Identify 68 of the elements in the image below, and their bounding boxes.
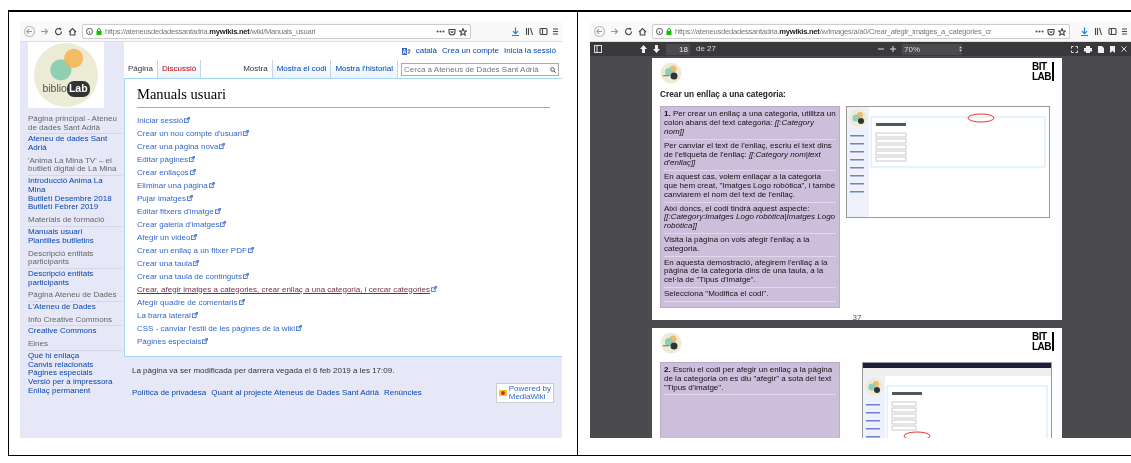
sidebar-link[interactable]: Descripció entitats participants [28, 269, 122, 288]
page-link[interactable]: Crear una pàgina nova [137, 139, 219, 153]
view-tab[interactable]: Mostra l'historial [331, 60, 398, 78]
user-link[interactable]: català [415, 45, 438, 57]
sidebar-heading: Materials de formació [28, 216, 122, 227]
sidebar-heading: Info Creative Commons [28, 315, 122, 327]
note-text: 1. Per crear un enllaç a una categoria, utilitza un colon abans del text categoria: [[:Category nom]] [664, 110, 836, 140]
sidebar-heading: Pàgina Ateneu de Dades [28, 291, 122, 302]
logo[interactable]: biblio Lab [34, 43, 98, 107]
sidebar-link[interactable]: Canvis relacionats [28, 360, 122, 370]
page-link[interactable]: Crear, afegir imatges a categories, crear enllaç a una categoria, i cercar categories [137, 282, 431, 296]
page-number-field[interactable]: 18 [666, 43, 690, 55]
page-link[interactable]: Afegir un video [137, 230, 191, 244]
page-link[interactable]: CSS - canviar l'estil de les pàgines de la wiki [137, 321, 296, 335]
brand-logo: BIT LAB [1031, 332, 1054, 351]
page-link[interactable]: Crear una taula [137, 256, 193, 270]
page-link[interactable]: La barra lateral [137, 308, 191, 322]
footer-info: La pàgina va ser modificada per darrera vegada el 6 feb 2019 a les 17:09. [132, 364, 396, 377]
sidebar-link[interactable]: Què hi enllaça [28, 351, 122, 361]
page-count: de 27 [696, 43, 717, 55]
page-link[interactable]: Editar fitxers d'imatge [137, 204, 214, 218]
sidebar-link[interactable]: Creative Commons [28, 327, 122, 337]
view-tab[interactable]: Mostra el codi [272, 60, 332, 78]
page-link[interactable]: Crear un enllaç a un fitxer PDF [137, 243, 247, 257]
page-link[interactable]: Crear enllaços [137, 165, 189, 179]
sidebar-link[interactable]: Ateneu de dades Sant Adrià [28, 135, 122, 153]
note-text: Visita la pàgina on vols afegir l'enllaç a la categoria. [664, 236, 836, 257]
note-text: En aquest cas, volem enllaçar a la categoria que hem creat, "Imatges Logo robòtica", i també canviarem el nom del text de l'enllaç. [664, 173, 836, 203]
slide-title: Crear un enllaç a una categoria: [660, 88, 787, 101]
sidebar-link[interactable]: Manuals usuari [28, 227, 122, 237]
sidebar-heading: Descripció entitats participants [28, 249, 122, 269]
page-link[interactable]: Editar pàgines [137, 152, 189, 166]
sidebar-link[interactable]: Plantilles butlletins [28, 236, 122, 246]
page-link[interactable]: Crear un nou compte d'usuari [137, 126, 243, 140]
note-text: En aquesta demostració, afegirem l'enllaç a la pàgina de la categoria dins de una taula, a la cel·la de "Tipus d'imatge". [664, 258, 836, 288]
footer-link[interactable]: Política de privadesa [132, 386, 207, 399]
powered-badge[interactable]: Powered by MediaWiki [495, 382, 554, 403]
sidebar-heading: Eines [28, 340, 122, 351]
note-text: 2. Escriu el codi per afegir un enllaç a la pàgina de la categoria on es diu "afegir" a sota del text "Tipus d'imatge". [664, 366, 836, 396]
sidebar-link[interactable]: Butlletí Febrer 2019 [28, 203, 122, 213]
page-link[interactable]: Crear una taula de continguts [137, 269, 242, 283]
sidebar-heading: 'Anima La Mina TV' – el butlletí digital de La Mina [28, 156, 122, 177]
sidebar-link[interactable]: Pàgines especials [28, 369, 122, 379]
sidebar-link[interactable]: Introducció Anima La Mina [28, 177, 122, 195]
sidebar-link[interactable]: Butlletí Desembre 2018 [28, 194, 122, 204]
page-link[interactable]: Pujar imatges [137, 191, 186, 205]
page-title: Manuals usuari [137, 84, 550, 108]
page-link[interactable]: Eliminar una pàgina [137, 178, 208, 192]
page-tab[interactable]: Discussió [157, 60, 202, 78]
user-link[interactable]: Crea un compte [442, 45, 499, 57]
page-link[interactable]: Crear galeria d'imatges [137, 217, 220, 231]
sidebar-heading: Pàgina principal - Ateneu de dades Sant Adrià [28, 115, 122, 135]
page-link[interactable]: Pàgines especials [137, 334, 202, 348]
note-text: Selecciona "Modifica el codi". [664, 290, 836, 302]
search-field[interactable]: Cerca a Ateneus de Dades Sant Adrià [401, 63, 559, 76]
page-link[interactable]: Afegir quadre de comentaris [137, 295, 238, 309]
user-link[interactable]: Inicia la sessió [503, 45, 556, 57]
note-text: Així doncs, el codi tindrà aquest aspecte: [[:Category:Imatges Logo robòtica|Imatges Logo robòtica]] [664, 204, 836, 234]
zoom-select[interactable]: 70% [902, 43, 963, 55]
page-number: 37 [851, 311, 863, 324]
sidebar-link[interactable]: L'Ateneu de Dades [28, 302, 122, 312]
note-text: Per canviar el text de l'enllaç, escriu el text dins de l'etiqueta de l'enllaç: [[:Category nom|text d'enllaç]] [664, 141, 836, 172]
sidebar-link[interactable]: Versió per a impressora [28, 378, 122, 387]
brand-logo: BIT LAB [1031, 62, 1054, 81]
footer-link[interactable]: Quant al projecte Ateneus de Dades Sant Adrià [211, 386, 379, 399]
footer-link[interactable]: Renúncies [383, 386, 422, 399]
page-link[interactable]: Iniciar sessió [137, 113, 184, 127]
sidebar-link[interactable]: Enllaç permanent [28, 387, 122, 396]
